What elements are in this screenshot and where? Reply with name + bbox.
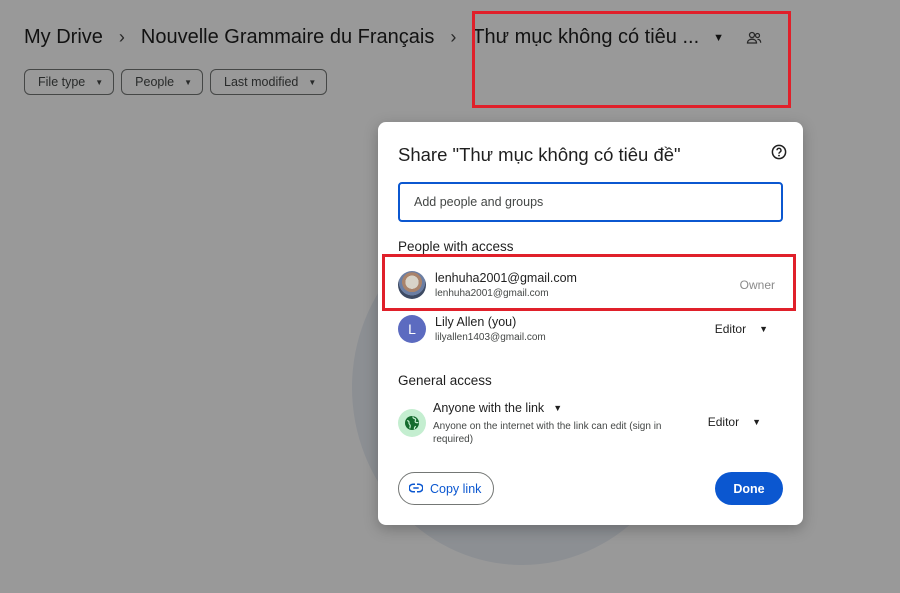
person-email: lilyallen1403@gmail.com: [435, 331, 546, 343]
link-access-dropdown[interactable]: Anyone with the link ▼: [433, 401, 683, 415]
done-button[interactable]: Done: [715, 472, 783, 505]
add-people-input[interactable]: [398, 182, 783, 222]
owner-role-label: Owner: [739, 278, 775, 292]
globe-icon: [398, 409, 426, 437]
avatar: [398, 271, 426, 299]
person-name: Lily Allen (you): [435, 314, 517, 329]
person-email: lenhuha2001@gmail.com: [435, 287, 549, 299]
role-dropdown[interactable]: Editor ▼: [715, 322, 768, 336]
general-access-row: Anyone with the link ▼ Anyone on the int…: [398, 401, 783, 447]
person-row-owner[interactable]: lenhuha2001@gmail.com lenhuha2001@gmail.…: [398, 269, 783, 301]
caret-down-icon: ▼: [752, 417, 761, 427]
person-name: lenhuha2001@gmail.com: [435, 270, 577, 285]
dialog-title: Share "Thư mục không có tiêu đề": [398, 144, 681, 165]
people-with-access-heading: People with access: [398, 239, 514, 254]
share-dialog: Share "Thư mục không có tiêu đề" People …: [378, 122, 803, 525]
role-label: Editor: [714, 322, 747, 336]
link-access-label: Anyone with the link: [433, 401, 545, 415]
help-icon[interactable]: [771, 144, 787, 160]
avatar: L: [398, 315, 426, 343]
copy-link-button[interactable]: Copy link: [398, 472, 495, 505]
link-role-dropdown[interactable]: Editor ▼: [708, 415, 761, 429]
person-row-you[interactable]: L Lily Allen (you) lilyallen1403@gmail.c…: [398, 313, 783, 345]
copy-link-label: Copy link: [430, 481, 482, 496]
caret-down-icon: ▼: [759, 324, 768, 334]
general-access-heading: General access: [398, 373, 492, 388]
link-access-description: Anyone on the internet with the link can…: [433, 421, 662, 445]
caret-down-icon: ▼: [553, 403, 563, 413]
link-icon: [408, 482, 424, 496]
role-label: Editor: [707, 415, 740, 429]
